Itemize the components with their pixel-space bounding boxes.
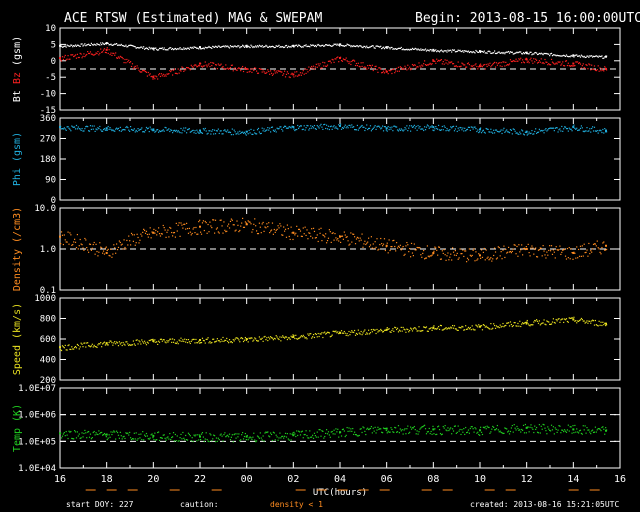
ytick-label-temp: 1.0E+04	[18, 464, 56, 474]
ytick-label-mag: 0	[51, 57, 56, 67]
data-point-bz	[59, 57, 61, 60]
xtick-label: 18	[101, 474, 113, 485]
ytick-label-speed: 600	[40, 335, 56, 345]
ytick-label-phi: 180	[40, 155, 56, 165]
ytick-label-mag: -10	[40, 90, 56, 100]
ytick-label-density: 10.0	[34, 204, 56, 214]
series-speed	[60, 316, 608, 352]
data-point-temp	[572, 428, 575, 431]
data-point-phi	[385, 127, 388, 130]
ylabel-speed: Speed (km/s)	[12, 303, 23, 375]
data-point-density	[59, 235, 61, 238]
series-bt	[60, 42, 608, 59]
data-point-temp	[152, 434, 155, 437]
data-point-temp	[199, 435, 201, 438]
data-point-phi	[105, 127, 108, 130]
panel-frame-phi	[59, 117, 621, 201]
ytick-label-temp: 1.0E+07	[18, 384, 56, 394]
ytick-label-speed: 1000	[34, 294, 56, 304]
ytick-label-density: 1.0	[40, 245, 56, 255]
panel-frame-speed	[59, 297, 621, 381]
chart-title: ACE RTSW (Estimated) MAG & SWEPAM	[64, 11, 323, 26]
xtick-label: 06	[381, 474, 393, 485]
xtick-label: 14	[567, 474, 579, 485]
xtick-label: 20	[147, 474, 159, 485]
ytick-label-speed: 400	[40, 356, 56, 366]
xtick-label: 16	[54, 474, 66, 485]
ytick-label-temp: 1.0E+05	[18, 437, 56, 447]
xtick-label: 04	[334, 474, 346, 485]
xtick-label: 16	[614, 474, 626, 485]
xtick-label: 22	[194, 474, 206, 485]
caution-label: caution:	[180, 500, 219, 509]
xtick-label: 02	[287, 474, 299, 485]
data-point-phi	[199, 129, 201, 132]
caution-note: density < 1	[270, 500, 323, 509]
ylabel-density: Density (/cm3)	[12, 207, 23, 291]
ytick-label-phi: 90	[45, 176, 56, 186]
ytick-label-temp: 1.0E+06	[18, 411, 56, 421]
data-point-bz	[105, 48, 108, 51]
ytick-label-phi: 360	[40, 114, 56, 124]
series-temp	[60, 423, 608, 443]
series-phi	[60, 123, 608, 136]
start-doy: start DOY: 227	[66, 500, 134, 509]
data-point-temp	[432, 428, 435, 431]
ylabel-temp: Temp (K)	[12, 404, 23, 452]
ytick-label-speed: 800	[40, 315, 56, 325]
series-density	[60, 217, 608, 263]
xtick-label: 10	[474, 474, 486, 485]
ytick-label-mag: 5	[51, 40, 56, 50]
data-point-temp	[479, 429, 481, 432]
ylabel-mag: Bt Bz (gsm)	[12, 36, 23, 102]
xtick-label: 08	[427, 474, 439, 485]
begin-time: Begin: 2013-08-15 16:00:00UTC	[415, 11, 640, 26]
ace-rtsw-chart: 1050-5-10-15Bt Bz (gsm)360270180900Phi (…	[12, 24, 626, 498]
xtick-label: 00	[241, 474, 253, 485]
ytick-label-phi: 270	[40, 135, 56, 145]
data-point-bz	[572, 62, 575, 65]
ylabel-phi: Phi (gsm)	[12, 132, 23, 186]
data-point-density	[605, 244, 607, 247]
ytick-label-mag: 10	[45, 24, 56, 34]
data-point-speed	[59, 346, 61, 349]
data-point-density	[105, 251, 108, 254]
created-time: created: 2013-08-16 15:21:05UTC	[470, 500, 620, 509]
data-point-density	[199, 225, 201, 228]
ytick-label-mag: -5	[45, 73, 56, 83]
xtick-label: 12	[521, 474, 533, 485]
